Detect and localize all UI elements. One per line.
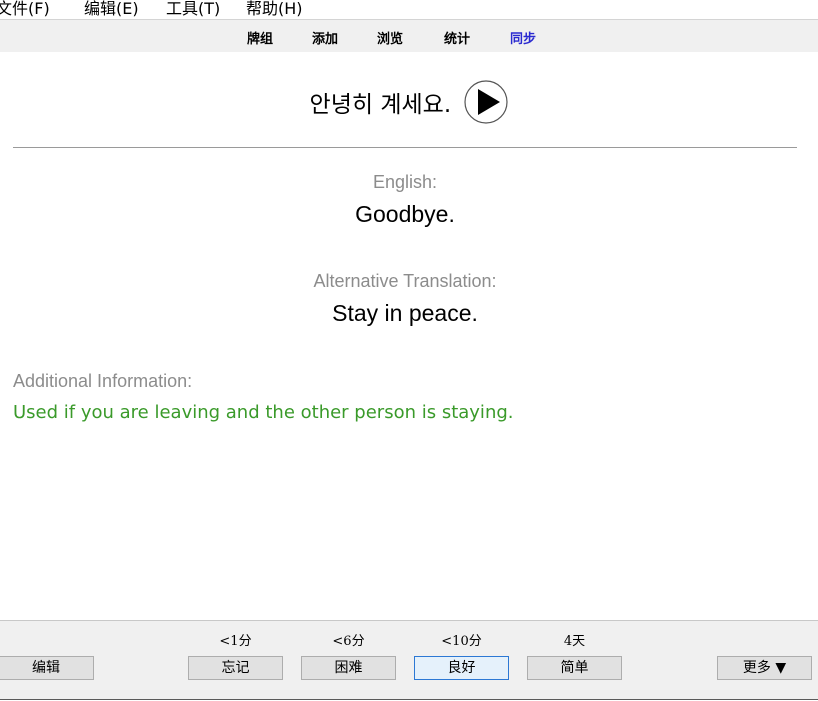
review-window: 文件(F) 编辑(E) 工具(T) 帮助(H) 牌组 添加 浏览 统计 同步 안… — [0, 0, 818, 701]
english-label: English: — [372, 172, 438, 192]
again-button[interactable]: 忘记 — [188, 656, 283, 680]
card-front: 안녕히 계세요. — [0, 80, 818, 124]
toolbar-decks-link[interactable]: 牌组 — [247, 28, 273, 47]
additional-info-value: Used if you are leaving and the other pe… — [13, 402, 514, 423]
menu-tools[interactable]: 工具(T) — [166, 0, 220, 18]
easy-due-time: 4天 — [563, 634, 586, 649]
hard-button[interactable]: 困难 — [301, 656, 396, 680]
alt-translation-label: Alternative Translation: — [313, 271, 497, 291]
english-value: Goodbye. — [355, 201, 455, 227]
edit-button[interactable]: 编辑 — [0, 656, 94, 680]
alt-translation-value: Stay in peace. — [332, 300, 478, 326]
main-toolbar: 牌组 添加 浏览 统计 同步 — [0, 19, 818, 53]
menubar: 文件(F) 编辑(E) 工具(T) 帮助(H) — [0, 0, 818, 18]
hard-due-time: <6分 — [332, 634, 365, 649]
play-audio-icon[interactable] — [464, 80, 509, 124]
easy-button[interactable]: 简单 — [527, 656, 622, 680]
answer-divider — [13, 147, 797, 148]
toolbar-browse-link[interactable]: 浏览 — [377, 28, 403, 47]
card-view: 안녕히 계세요. English: Goodbye. Alternative T… — [0, 52, 818, 620]
good-button[interactable]: 良好 — [414, 656, 509, 680]
toolbar-stats-link[interactable]: 统计 — [444, 28, 470, 47]
more-button[interactable]: 更多 ▼ — [717, 656, 812, 680]
menu-edit[interactable]: 编辑(E) — [84, 0, 139, 18]
additional-info-label: Additional Information: — [13, 371, 193, 391]
again-due-time: <1分 — [219, 634, 252, 649]
toolbar-sync-link[interactable]: 同步 — [510, 28, 536, 47]
front-text: 안녕히 계세요. — [309, 92, 452, 118]
menu-file[interactable]: 文件(F) — [0, 0, 50, 18]
menu-help[interactable]: 帮助(H) — [246, 0, 303, 18]
good-due-time: <10分 — [441, 634, 482, 649]
toolbar-add-link[interactable]: 添加 — [312, 28, 338, 47]
answer-bar: 编辑 <1分 忘记 <6分 困难 <10分 良好 4天 简单 更多 ▼ — [0, 620, 818, 700]
